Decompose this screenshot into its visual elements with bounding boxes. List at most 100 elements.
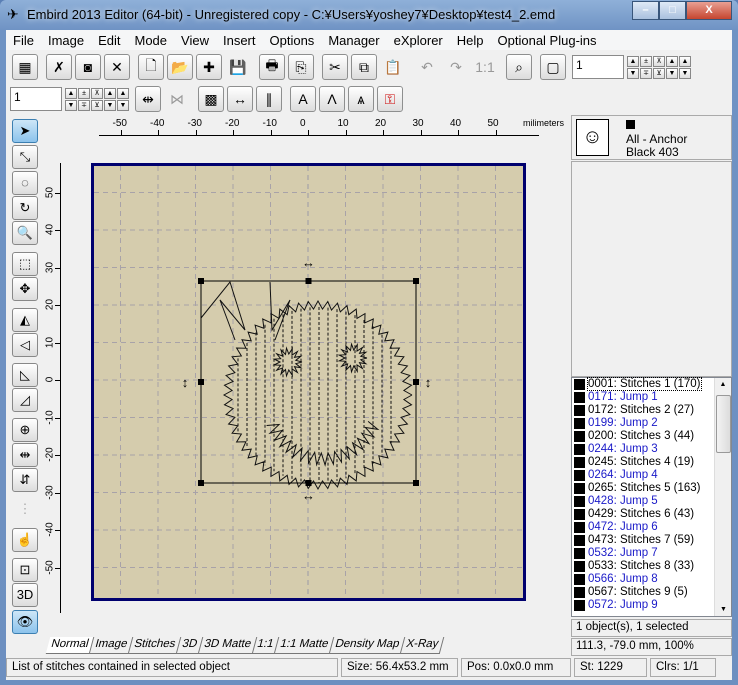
stitch-list-item[interactable]: 0473: Stitches 7 (59) (572, 534, 731, 547)
print-button[interactable]: 🖶 (259, 54, 285, 80)
undo-button[interactable]: ↶ (414, 54, 440, 80)
cut-button[interactable]: ✂ (322, 54, 348, 80)
stepper-up-0[interactable]: ▲ (65, 87, 77, 99)
fill-button[interactable]: ▩ (198, 86, 224, 112)
stepper-buttons[interactable]: ▲ ± ⊼ ▲ ▲ ▼ ∓ ⊻ ▼ ▼ (65, 87, 129, 111)
menu-image[interactable]: Image (41, 30, 91, 50)
maximize-button[interactable]: □ (659, 1, 686, 20)
stepper-up-3[interactable]: ▲ (666, 55, 678, 67)
text-button[interactable]: A (290, 86, 316, 112)
digitize-button[interactable]: ✗ (46, 54, 72, 80)
skew-handle-icon[interactable]: ↔ (302, 488, 315, 503)
camera-button[interactable]: ◙ (75, 54, 101, 80)
thread-color-panel[interactable]: ☺ All - Anchor Black 403 (571, 115, 732, 160)
copy-button[interactable]: ⧉ (351, 54, 377, 80)
zoom-fit-button[interactable]: ⌕ (506, 54, 532, 80)
rotate-tool[interactable]: ↻ (12, 196, 38, 220)
skew-handle-icon[interactable]: ↕ (182, 375, 189, 390)
stepper-down-4[interactable]: ▼ (679, 67, 691, 79)
monogram-button[interactable]: ѧ (348, 86, 374, 112)
stitch-list-item[interactable]: 0245: Stitches 4 (19) (572, 456, 731, 469)
stitch-list-item[interactable]: 0567: Stitches 9 (5) (572, 586, 731, 599)
export-button[interactable]: ⎘ (288, 54, 314, 80)
stepper-up-3[interactable]: ▲ (104, 87, 116, 99)
stepper-down-4[interactable]: ▼ (117, 99, 129, 111)
stitch-length-button[interactable]: ↔ (227, 86, 253, 112)
rotate-left-tool[interactable]: ◺ (12, 363, 38, 387)
tab-3d-matte[interactable]: 3D Matte (198, 637, 257, 654)
stitch-list-item[interactable]: 0200: Stitches 3 (44) (572, 430, 731, 443)
stitch-list-item[interactable]: 0533: Stitches 8 (33) (572, 560, 731, 573)
resize-handle[interactable] (413, 480, 419, 486)
stepper-down-1[interactable]: ∓ (640, 67, 652, 79)
stepper-down-2[interactable]: ⊻ (653, 67, 665, 79)
stepper-up-2[interactable]: ⊼ (91, 87, 103, 99)
menu-manager[interactable]: Manager (321, 30, 386, 50)
density-button[interactable]: ∥ (256, 86, 282, 112)
save-button[interactable]: 💾 (225, 54, 251, 80)
stepper-down-3[interactable]: ▼ (666, 67, 678, 79)
stitch-list-item[interactable]: 0429: Stitches 6 (43) (572, 508, 731, 521)
menu-help[interactable]: Help (450, 30, 491, 50)
join-button[interactable]: ⋈ (164, 86, 190, 112)
resize-handle[interactable] (413, 379, 419, 385)
center-horizontal-tool[interactable]: ⇹ (12, 443, 38, 467)
add-file-button[interactable]: ✚ (196, 54, 222, 80)
stepper-up-1[interactable]: ± (640, 55, 652, 67)
stitch-list-item[interactable]: 0172: Stitches 2 (27) (572, 404, 731, 417)
resize-handle[interactable] (305, 278, 312, 284)
scrollbar-thumb[interactable] (716, 395, 731, 453)
text-edit-button[interactable]: Ʌ (319, 86, 345, 112)
stepper-down-1[interactable]: ∓ (78, 99, 90, 111)
resize-handle[interactable] (198, 480, 204, 486)
3d-view-tool[interactable]: 3D (12, 583, 38, 607)
stepper-down-0[interactable]: ▼ (65, 99, 77, 111)
resize-handle[interactable] (413, 278, 419, 284)
scroll-down-icon[interactable]: ▼ (720, 606, 727, 613)
new-file-button[interactable]: 🗋 (138, 54, 164, 80)
jump-list-item[interactable]: 0572: Jump 9 (572, 599, 731, 612)
resize-handle[interactable] (198, 278, 204, 284)
menu-view[interactable]: View (174, 30, 216, 50)
value-field-2[interactable]: 1 (10, 87, 62, 111)
skew-handle-icon[interactable]: ↕ (425, 375, 432, 390)
stepper-up-1[interactable]: ± (78, 87, 90, 99)
split-button[interactable]: ⇹ (135, 86, 161, 112)
close-button[interactable]: X (686, 1, 732, 20)
stepper-down-3[interactable]: ▼ (104, 99, 116, 111)
resize-handle[interactable] (198, 379, 204, 385)
tab-image[interactable]: Image (89, 637, 134, 654)
actual-size-button[interactable]: 1:1 (472, 54, 498, 80)
hoop-button[interactable]: ▦ (12, 54, 38, 80)
mirror-horizontal-tool[interactable]: ◭ (12, 308, 38, 332)
stepper-buttons[interactable]: ▲ ± ⊼ ▲ ▲ ▼ ∓ ⊻ ▼ ▼ (627, 55, 691, 79)
hand-pointer-tool[interactable]: ☝ (12, 528, 38, 552)
design-canvas[interactable]: ↔ ↔ ↕ ↕ (94, 166, 523, 598)
stitch-list[interactable]: 0001: Stitches 1 (170) 0171: Jump 1 0172: … (571, 377, 732, 617)
paste-button[interactable]: 📋 (380, 54, 406, 80)
menu-options[interactable]: Options (263, 30, 322, 50)
frame-tool[interactable]: ⊡ (12, 558, 38, 582)
center-tool[interactable]: ⊕ (12, 418, 38, 442)
rotate-right-tool[interactable]: ◿ (12, 388, 38, 412)
value-field-1[interactable]: 1 (572, 55, 624, 79)
jump-list-item[interactable]: 0171: Jump 1 (572, 391, 731, 404)
menu-mode[interactable]: Mode (128, 30, 175, 50)
minimize-button[interactable]: – (632, 1, 659, 20)
stitch-list-item[interactable]: 0001: Stitches 1 (170) (572, 377, 731, 391)
jump-list-item[interactable]: 0472: Jump 6 (572, 521, 731, 534)
menu-optional-plug-ins[interactable]: Optional Plug-ins (491, 30, 604, 50)
open-file-button[interactable]: 📂 (167, 54, 193, 80)
jump-list-item[interactable]: 0264: Jump 4 (572, 469, 731, 482)
tab-normal[interactable]: Normal (45, 637, 95, 654)
stepper-up-0[interactable]: ▲ (627, 55, 639, 67)
menu-explorer[interactable]: eXplorer (387, 30, 450, 50)
scroll-up-icon[interactable]: ▲ (715, 381, 731, 388)
move-tool[interactable]: ✥ (12, 277, 38, 301)
menu-edit[interactable]: Edit (91, 30, 127, 50)
resize-handle[interactable] (305, 480, 312, 486)
tab-density-map[interactable]: Density Map (330, 637, 406, 654)
mirror-vertical-tool[interactable]: ◁ (12, 333, 38, 357)
resize-tool[interactable]: ⬚ (12, 252, 38, 276)
select-arrow-tool[interactable]: ➤ (12, 119, 38, 143)
